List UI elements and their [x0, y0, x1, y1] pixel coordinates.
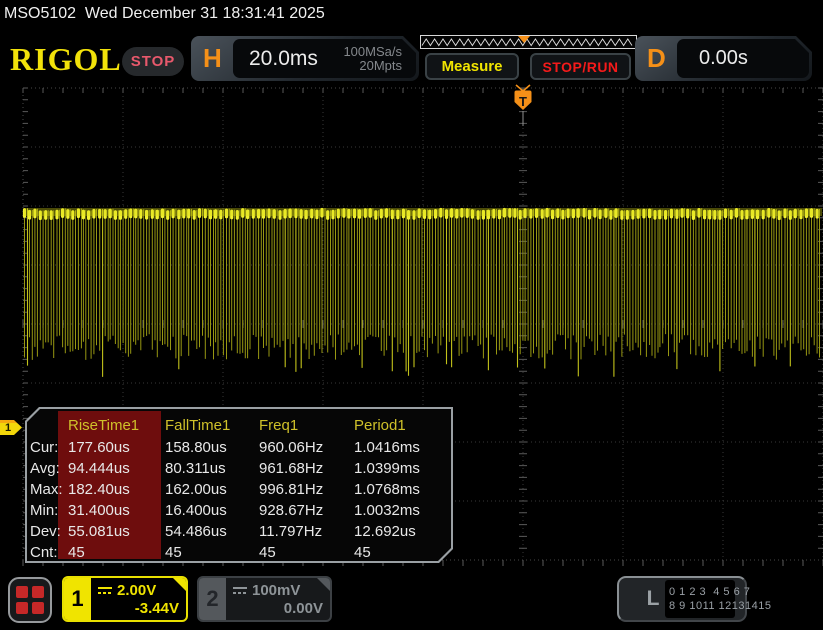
measurement-panel-frame: RiseTime1 FallTime1 Freq1 Period1 Cur: 177.60… [25, 407, 453, 563]
channel2-scale: 100mV [252, 582, 301, 599]
trigger-position-icon[interactable]: T [514, 84, 532, 126]
measurement-header: Period1 [354, 417, 406, 434]
measurement-value: 31.400us [68, 502, 130, 519]
measurement-value: 54.486us [165, 523, 227, 540]
bottom-bar: 1 2.00V -3.44V 2 100mV 0.00V L 0 1 2 3 4… [0, 575, 823, 630]
measurement-value: 45 [68, 544, 85, 561]
measurement-value: 961.68Hz [259, 460, 324, 477]
measurement-value: 1.0416ms [354, 439, 420, 456]
channel2-badge[interactable]: 2 100mV 0.00V [197, 576, 332, 622]
measurement-header: FallTime1 [165, 417, 231, 434]
logic-channel-numbers: 0 1 2 3 4 5 6 7 8 9 1011 12131415 [665, 580, 772, 618]
measurement-value: 177.60us [68, 439, 130, 456]
measurement-row-label: Max: [30, 481, 63, 498]
channel2-values: 100mV 0.00V [226, 578, 330, 620]
dc-coupling-icon [233, 586, 247, 595]
measurement-row-label: Dev: [30, 523, 61, 540]
dc-coupling-icon [98, 586, 112, 595]
measurement-header: RiseTime1 [68, 417, 140, 434]
channel1-badge[interactable]: 1 2.00V -3.44V [62, 576, 188, 622]
logic-row2: 8 9 1011 12131415 [669, 600, 772, 612]
measurement-row-label: Avg: [30, 460, 60, 477]
measurement-row-label: Cnt: [30, 544, 58, 561]
measurement-value: 45 [259, 544, 276, 561]
measurement-value: 996.81Hz [259, 481, 324, 498]
ch1-flag-label: 1 [5, 421, 12, 434]
measurement-value: 11.797Hz [259, 523, 323, 540]
channel1-values: 2.00V -3.44V [91, 578, 186, 620]
channel2-number: 2 [199, 578, 226, 620]
measurement-row-label: Min: [30, 502, 59, 519]
measurement-value: 1.0768ms [354, 481, 420, 498]
oscilloscope-screen: MSO5102 Wed December 31 18:31:41 2025 RI… [0, 0, 823, 630]
measurement-value: 55.081us [68, 523, 130, 540]
measurement-value: 16.400us [165, 502, 227, 519]
measurement-value: 162.00us [165, 481, 227, 498]
measurement-value: 1.0399ms [354, 460, 420, 477]
svg-text:T: T [519, 94, 527, 109]
measurement-value: 158.80us [165, 439, 227, 456]
logic-row1: 0 1 2 3 4 5 6 7 [669, 586, 751, 598]
channel1-scale: 2.00V [117, 582, 157, 599]
channel1-number: 1 [64, 578, 91, 620]
channel1-offset: -3.44V [134, 600, 179, 617]
measurement-value: 12.692us [354, 523, 416, 540]
channel2-offset: 0.00V [283, 600, 323, 617]
measurement-value: 182.40us [68, 481, 130, 498]
channel2-corner-fold-icon [317, 578, 330, 591]
logic-channels-badge[interactable]: L 0 1 2 3 4 5 6 7 8 9 1011 12131415 [617, 576, 772, 622]
channel1-corner-fold-icon [173, 578, 186, 591]
measurement-value: 928.67Hz [259, 502, 324, 519]
measurement-value: 80.311us [165, 460, 226, 477]
logic-label: L [646, 587, 660, 610]
measurement-header: Freq1 [259, 417, 299, 434]
measurement-value: 960.06Hz [259, 439, 324, 456]
measurement-value: 1.0032ms [354, 502, 420, 519]
measurement-value: 94.444us [68, 460, 130, 477]
measurement-panel: RiseTime1 FallTime1 Freq1 Period1 Cur: 177.60… [27, 409, 451, 561]
measurement-value: 45 [354, 544, 371, 561]
menu-grid-icon[interactable] [8, 577, 52, 623]
measurement-row-label: Cur: [30, 439, 59, 456]
measurement-value: 45 [165, 544, 182, 561]
